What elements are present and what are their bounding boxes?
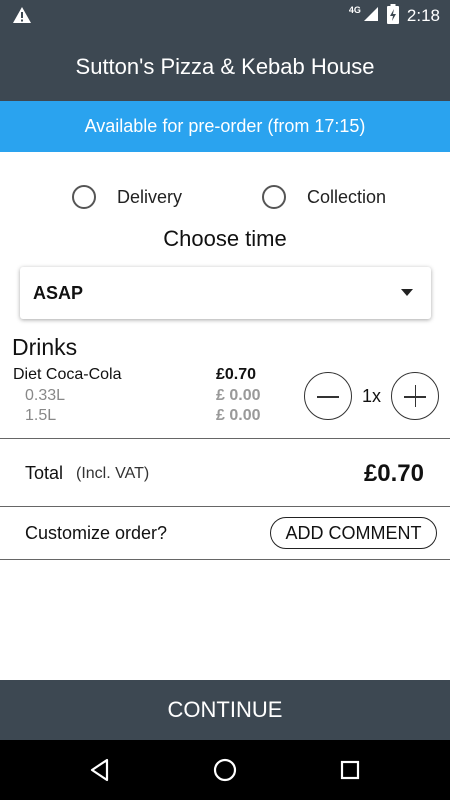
item-name: Diet Coca-Cola xyxy=(13,366,122,383)
variant-price: £ 0.00 xyxy=(216,407,261,424)
divider xyxy=(0,506,450,507)
divider xyxy=(0,559,450,560)
time-dropdown-value: ASAP xyxy=(33,282,84,303)
collection-label: Collection xyxy=(307,186,387,207)
total-label: Total xyxy=(25,463,64,483)
radio-circle-icon xyxy=(72,185,96,209)
variant-name: 0.33L xyxy=(25,387,66,404)
preorder-banner-text: Available for pre-order (from 17:15) xyxy=(84,116,366,136)
add-comment-button[interactable]: ADD COMMENT xyxy=(270,517,437,549)
total-value: £0.70 xyxy=(363,460,424,487)
total-vat-note: (Incl. VAT) xyxy=(76,465,150,482)
delivery-radio[interactable]: Delivery xyxy=(72,178,182,216)
item-price: £0.70 xyxy=(216,366,257,383)
plus-icon[interactable] xyxy=(391,372,439,420)
app-header: Sutton's Pizza & Kebab House xyxy=(0,32,450,101)
preorder-banner: Available for pre-order (from 17:15) xyxy=(0,101,450,152)
category-title: Drinks xyxy=(12,334,78,360)
choose-time-heading: Choose time xyxy=(163,226,287,251)
restaurant-title: Sutton's Pizza & Kebab House xyxy=(75,53,375,79)
collection-radio[interactable]: Collection xyxy=(262,178,386,216)
delivery-label: Delivery xyxy=(117,186,183,207)
customize-label: Customize order? xyxy=(25,523,168,543)
network-type: 4G xyxy=(348,5,361,15)
recents-icon[interactable] xyxy=(320,740,380,800)
divider xyxy=(0,438,450,439)
radio-circle-icon xyxy=(262,185,286,209)
signal-icon xyxy=(363,6,379,27)
item-quantity: 1x xyxy=(362,386,382,406)
variant-price: £ 0.00 xyxy=(216,387,261,404)
home-icon[interactable] xyxy=(195,740,255,800)
status-bar: 4G 2:18 xyxy=(0,0,450,32)
order-type-group: Delivery Collection xyxy=(0,178,450,216)
continue-button[interactable]: CONTINUE xyxy=(0,680,450,740)
back-icon[interactable] xyxy=(70,740,130,800)
dropdown-caret-icon xyxy=(401,289,413,296)
time-dropdown[interactable]: ASAP xyxy=(20,267,431,319)
clock: 2:18 xyxy=(406,6,440,25)
variant-name: 1.5L xyxy=(25,407,57,424)
minus-icon[interactable] xyxy=(304,372,352,420)
battery-icon xyxy=(386,3,399,29)
system-nav-bar xyxy=(0,740,450,800)
warning-icon xyxy=(12,6,32,29)
